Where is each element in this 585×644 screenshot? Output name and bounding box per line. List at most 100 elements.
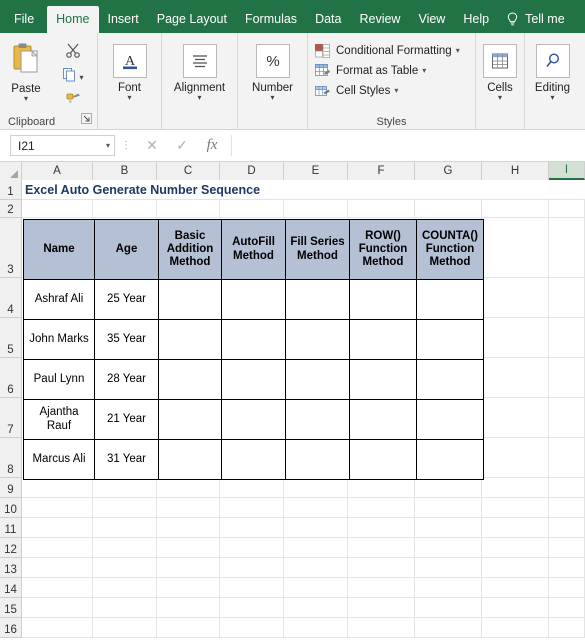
- cell-basic-addition-1[interactable]: [158, 279, 222, 320]
- cell-age-3[interactable]: 28 Year: [94, 359, 159, 400]
- row-header-4[interactable]: 4: [0, 278, 21, 318]
- cell-B12[interactable]: [93, 538, 157, 557]
- cell-fill-series-3[interactable]: [285, 359, 350, 400]
- cell-autofill-5[interactable]: [221, 439, 286, 480]
- cells-dropdown-caret[interactable]: ▾: [498, 94, 502, 102]
- cell-C16[interactable]: [157, 618, 220, 637]
- cell-E11[interactable]: [284, 518, 348, 537]
- cell-A2[interactable]: [22, 200, 93, 217]
- cell-A15[interactable]: [22, 598, 93, 617]
- cell-autofill-1[interactable]: [221, 279, 286, 320]
- insert-function-icon[interactable]: fx: [197, 135, 227, 157]
- cell-B13[interactable]: [93, 558, 157, 577]
- formula-input[interactable]: [231, 135, 581, 156]
- cell-F10[interactable]: [348, 498, 415, 517]
- tab-file[interactable]: File: [0, 6, 47, 33]
- cell-G13[interactable]: [415, 558, 482, 577]
- tab-insert[interactable]: Insert: [99, 6, 148, 33]
- cells-button[interactable]: Cells ▾: [476, 37, 524, 102]
- cell-fill-series-2[interactable]: [285, 319, 350, 360]
- cell-A9[interactable]: [22, 478, 93, 497]
- cell-A12[interactable]: [22, 538, 93, 557]
- format-as-table-caret[interactable]: ▾: [422, 66, 426, 75]
- cell-name-3[interactable]: Paul Lynn: [23, 359, 95, 400]
- enter-formula-icon[interactable]: ✓: [167, 135, 197, 157]
- tab-data[interactable]: Data: [306, 6, 350, 33]
- cell-E9[interactable]: [284, 478, 348, 497]
- cell-C2[interactable]: [157, 200, 220, 217]
- cell-B9[interactable]: [93, 478, 157, 497]
- cell-D13[interactable]: [220, 558, 284, 577]
- cell-A14[interactable]: [22, 578, 93, 597]
- cell-C14[interactable]: [157, 578, 220, 597]
- column-header-I[interactable]: I: [549, 162, 585, 180]
- cell-F12[interactable]: [348, 538, 415, 557]
- column-header-H[interactable]: H: [482, 162, 549, 180]
- cell-I10[interactable]: [549, 498, 585, 517]
- row-header-15[interactable]: 15: [0, 598, 21, 618]
- scissors-icon[interactable]: [65, 42, 82, 64]
- cell-counta-function-3[interactable]: [416, 359, 484, 400]
- cell-counta-function-5[interactable]: [416, 439, 484, 480]
- cell-I12[interactable]: [549, 538, 585, 557]
- cell-I7[interactable]: [549, 398, 585, 437]
- row-header-3[interactable]: 3: [0, 218, 21, 278]
- row-header-14[interactable]: 14: [0, 578, 21, 598]
- chevron-down-icon[interactable]: ▾: [106, 141, 110, 150]
- cell-D2[interactable]: [220, 200, 284, 217]
- cell-B11[interactable]: [93, 518, 157, 537]
- cell-I9[interactable]: [549, 478, 585, 497]
- cell-C9[interactable]: [157, 478, 220, 497]
- cell-I5[interactable]: [549, 318, 585, 357]
- cell-F9[interactable]: [348, 478, 415, 497]
- tab-review[interactable]: Review: [350, 6, 409, 33]
- cell-row-function-1[interactable]: [349, 279, 417, 320]
- cell-D9[interactable]: [220, 478, 284, 497]
- cell-styles-button[interactable]: Cell Styles ▾: [314, 83, 460, 98]
- select-all-corner[interactable]: [0, 162, 22, 180]
- cell-name-1[interactable]: Ashraf Ali: [23, 279, 95, 320]
- cell-I8[interactable]: [549, 438, 585, 477]
- copy-icon[interactable]: [62, 67, 77, 87]
- alignment-dropdown-caret[interactable]: ▾: [197, 94, 201, 102]
- cell-autofill-4[interactable]: [221, 399, 286, 440]
- row-header-11[interactable]: 11: [0, 518, 21, 538]
- column-header-A[interactable]: A: [22, 162, 93, 180]
- cell-I13[interactable]: [549, 558, 585, 577]
- cell-B2[interactable]: [93, 200, 157, 217]
- cell-C11[interactable]: [157, 518, 220, 537]
- format-painter-icon[interactable]: [65, 90, 82, 110]
- cell-B15[interactable]: [93, 598, 157, 617]
- cell-I16[interactable]: [549, 618, 585, 637]
- cell-E15[interactable]: [284, 598, 348, 617]
- cell-row-function-2[interactable]: [349, 319, 417, 360]
- editing-dropdown-caret[interactable]: ▾: [550, 94, 554, 102]
- cell-G9[interactable]: [415, 478, 482, 497]
- cell-basic-addition-4[interactable]: [158, 399, 222, 440]
- paste-button[interactable]: Paste ▾: [0, 37, 52, 103]
- cell-name-5[interactable]: Marcus Ali: [23, 439, 95, 480]
- cell-A16[interactable]: [22, 618, 93, 637]
- column-header-F[interactable]: F: [348, 162, 415, 180]
- cell-C12[interactable]: [157, 538, 220, 557]
- cell-E16[interactable]: [284, 618, 348, 637]
- paste-dropdown-caret[interactable]: ▾: [24, 95, 28, 103]
- cell-G14[interactable]: [415, 578, 482, 597]
- row-header-10[interactable]: 10: [0, 498, 21, 518]
- cell-G2[interactable]: [415, 200, 482, 217]
- cell-I11[interactable]: [549, 518, 585, 537]
- cell-counta-function-1[interactable]: [416, 279, 484, 320]
- cell-basic-addition-2[interactable]: [158, 319, 222, 360]
- alignment-button[interactable]: Alignment ▾: [162, 37, 237, 102]
- cell-B16[interactable]: [93, 618, 157, 637]
- cell-H3[interactable]: [482, 218, 549, 277]
- name-box[interactable]: I21 ▾: [10, 135, 115, 156]
- cell-age-4[interactable]: 21 Year: [94, 399, 159, 440]
- cell-E12[interactable]: [284, 538, 348, 557]
- cell-F13[interactable]: [348, 558, 415, 577]
- cancel-formula-icon[interactable]: ✕: [137, 135, 167, 157]
- cell-row-function-5[interactable]: [349, 439, 417, 480]
- cell-age-2[interactable]: 35 Year: [94, 319, 159, 360]
- cell-name-2[interactable]: John Marks: [23, 319, 95, 360]
- conditional-formatting-button[interactable]: Conditional Formatting ▾: [314, 43, 460, 58]
